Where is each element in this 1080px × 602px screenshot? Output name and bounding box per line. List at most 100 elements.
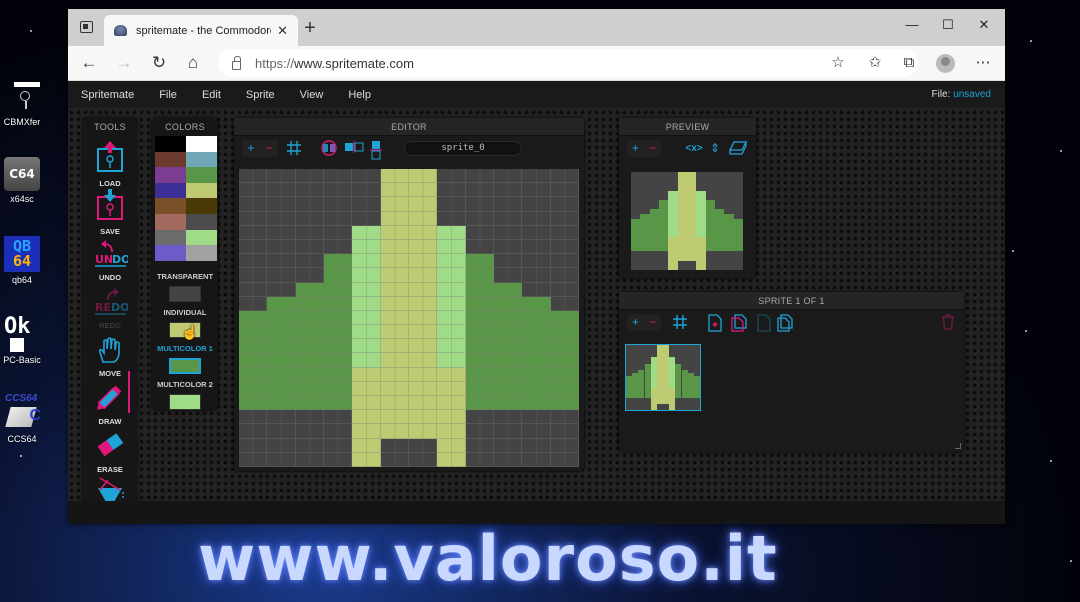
sprite-pixel[interactable] [239,339,268,354]
palette-swatch[interactable] [155,151,186,168]
sprite-pixel[interactable] [352,452,381,467]
sprite-pixel[interactable] [352,197,381,212]
palette-swatch[interactable] [186,229,217,246]
tool-undo[interactable]: UN DO UNDO [83,238,137,282]
editor-zoom-in-button[interactable]: + [247,141,254,155]
sprite-pixel[interactable] [437,169,466,184]
sprite-pixel[interactable] [267,310,296,326]
add-favorite-icon[interactable]: ☆ [825,51,851,75]
sprite-pixel[interactable] [295,367,324,382]
sprite-pixel[interactable] [465,197,494,212]
sprite-pixel[interactable] [324,353,353,368]
sprite-pixel[interactable] [295,424,324,439]
resize-handle[interactable] [955,443,961,449]
sprite-pixel[interactable] [352,424,381,439]
sprite-pixel[interactable] [295,239,324,255]
sprite-pixel[interactable] [437,438,466,453]
sprite-pixel[interactable] [550,254,579,269]
sprite-pixel[interactable] [409,339,438,354]
palette-swatch[interactable] [186,167,217,183]
sprite-pixel[interactable] [522,211,551,226]
sprite-pixel[interactable] [522,396,551,411]
sprite-pixel[interactable] [494,310,523,326]
multicolor-toggle-button[interactable] [320,140,338,157]
sprite-pixel[interactable] [437,325,466,340]
sprite-pixel[interactable] [267,452,296,467]
sprite-pixel[interactable] [239,310,268,326]
sprite-pixel[interactable] [437,310,466,326]
sprite-pixel[interactable] [550,381,579,397]
sprite-pixel[interactable] [522,197,551,212]
sprite-pixel[interactable] [494,396,523,411]
sprite-pixel[interactable] [465,296,494,311]
palette-swatch[interactable] [155,167,186,183]
sprite-pixel[interactable] [550,296,579,311]
sprite-pixel[interactable] [409,225,438,240]
sprite-pixel[interactable] [550,396,579,411]
sprite-pixel[interactable] [494,268,523,283]
palette-swatch[interactable] [186,245,217,261]
grid-toggle-button[interactable] [286,140,302,157]
sprite-pixel[interactable] [267,254,296,269]
sprite-pixel[interactable] [239,353,268,368]
sprite-pixel[interactable] [352,310,381,326]
sprite-pixel[interactable] [550,197,579,212]
sprite-pixel[interactable] [324,381,353,397]
back-button[interactable]: ← [76,51,102,75]
flip-horizontal-button[interactable]: <x> [683,140,705,157]
sprite-pixel[interactable] [437,254,466,269]
tab-actions-icon[interactable] [80,21,93,33]
sprite-pixel[interactable] [324,396,353,411]
sprite-pixel[interactable] [380,325,409,340]
sprite-pixel[interactable] [239,424,268,439]
sprite-pixel[interactable] [465,410,494,425]
sprite-pixel[interactable] [267,239,296,255]
home-button[interactable]: ⌂ [180,51,206,75]
menu-edit[interactable]: Edit [202,89,221,101]
sprite-pixel[interactable] [324,296,353,311]
palette-swatch[interactable] [186,151,217,168]
sprite-pixel[interactable] [522,225,551,240]
sprite-pixel[interactable] [295,183,324,198]
sprite-pixel[interactable] [295,325,324,340]
sprite-pixel[interactable] [295,353,324,368]
sprite-pixel[interactable] [550,452,579,467]
sprite-pixel[interactable] [494,410,523,425]
sprite-pixel[interactable] [494,183,523,198]
sprite-pixel[interactable] [380,367,409,382]
browser-tab[interactable]: spritemate - the Commodore 64 ✕ [104,15,298,46]
sprite-pixel[interactable] [465,268,494,283]
sprite-pixel[interactable] [465,310,494,326]
preview-zoom-in-button[interactable]: + [632,141,639,155]
sprite-pixel[interactable] [267,410,296,425]
sprite-pixel[interactable] [494,325,523,340]
sprite-pixel[interactable] [352,239,381,255]
sprite-pixel[interactable] [465,438,494,453]
sprite-pixel[interactable] [522,183,551,198]
sprite-pixel[interactable] [324,254,353,269]
sprite-pixel[interactable] [295,410,324,425]
sprite-pixel[interactable] [239,452,268,467]
palette-swatch[interactable] [155,245,186,261]
sprite-pixel[interactable] [409,239,438,255]
sprite-pixel[interactable] [550,339,579,354]
sprite-pixel[interactable] [522,268,551,283]
paste-sprite-button[interactable] [757,314,771,332]
sprite-pixel[interactable] [409,381,438,397]
sprite-pixel[interactable] [239,381,268,397]
sprite-pixel[interactable] [352,367,381,382]
desktop-icon-qb64[interactable]: QB 64 qb64 [0,236,44,285]
sprite-pixel[interactable] [494,169,523,184]
sprite-pixel[interactable] [550,424,579,439]
sprite-pixel[interactable] [409,410,438,425]
sprite-thumbnail[interactable] [625,344,701,411]
tool-redo[interactable]: RE DO REDO [83,286,137,330]
sprite-pixel[interactable] [352,169,381,184]
flip-vertical-button[interactable]: ⇕ [709,140,721,157]
sprite-pixel[interactable] [522,169,551,184]
sprite-pixel[interactable] [409,183,438,198]
sprite-pixel[interactable] [550,211,579,226]
menu-sprite[interactable]: Sprite [246,89,275,101]
sprite-pixel[interactable] [409,268,438,283]
preview-zoom-out-button[interactable]: − [649,141,656,155]
